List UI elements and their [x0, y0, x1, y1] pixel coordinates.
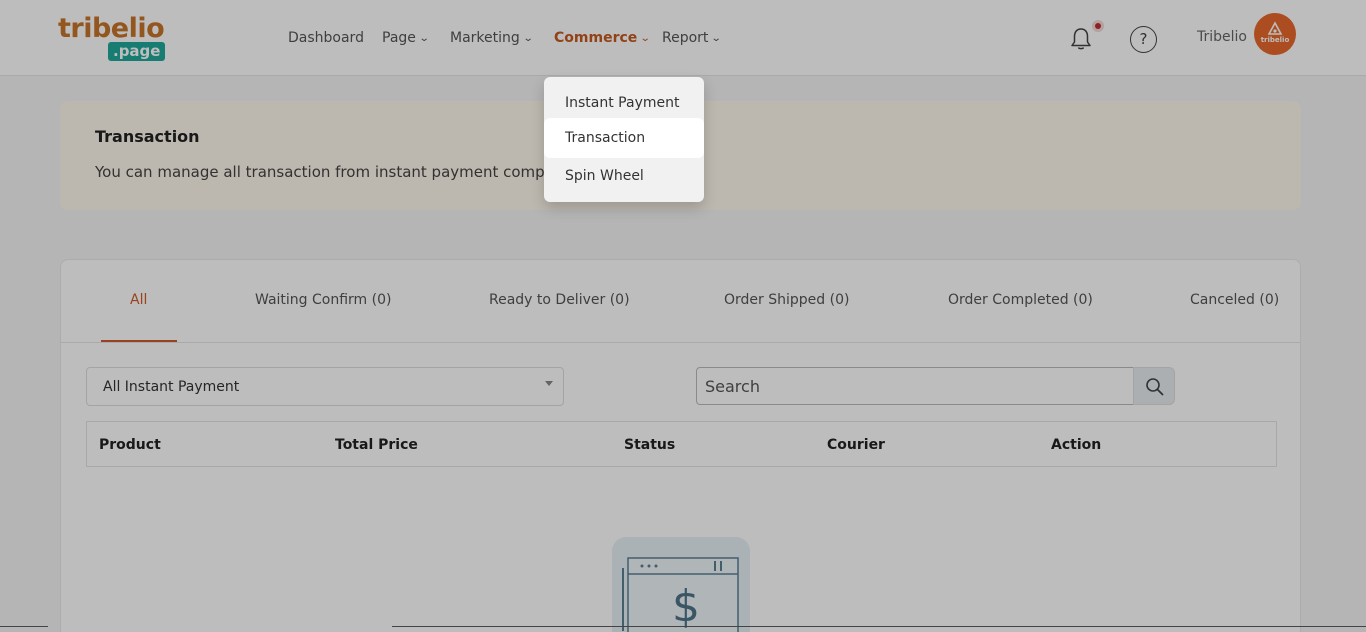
menu-item-spin-wheel[interactable]: Spin Wheel: [544, 158, 704, 194]
menu-item-transaction[interactable]: Transaction: [544, 118, 704, 158]
divider-line: [0, 626, 48, 627]
divider-line: [392, 626, 1366, 627]
commerce-dropdown-menu: Instant Payment Transaction Spin Wheel: [544, 77, 704, 202]
menu-item-instant-payment[interactable]: Instant Payment: [544, 85, 704, 121]
